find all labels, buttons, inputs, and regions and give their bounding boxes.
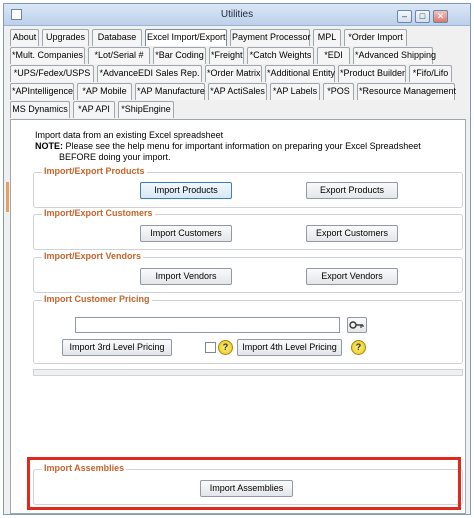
note-label: NOTE: <box>35 141 63 151</box>
close-button[interactable]: ✕ <box>433 10 448 23</box>
tab-ap-actisales[interactable]: *AP ActiSales <box>208 83 267 100</box>
tab-mpl[interactable]: MPL <box>313 29 341 46</box>
customers-group-title: Import/Export Customers <box>42 208 155 218</box>
import-4th-level-pricing-button[interactable]: Import 4th Level Pricing <box>237 339 342 356</box>
tab-advanceedi-sales-rep[interactable]: *AdvanceEDI Sales Rep. <box>97 65 202 82</box>
tab-mult-companies[interactable]: *Mult. Companies <box>10 47 85 64</box>
excel-import-export-panel: Import data from an existing Excel sprea… <box>10 119 466 514</box>
tab-ap-mobile[interactable]: *AP Mobile <box>77 83 132 100</box>
vendors-group: Import/Export Vendors Import Vendors Exp… <box>33 251 463 293</box>
intro-text: Import data from an existing Excel sprea… <box>35 130 435 163</box>
tab-catch-weights[interactable]: *Catch Weights <box>247 47 314 64</box>
tab-about[interactable]: About <box>10 29 39 46</box>
minimize-button[interactable]: – <box>397 10 412 23</box>
tab-ap-api[interactable]: *AP API <box>73 101 115 118</box>
intro-line-3: BEFORE doing your import. <box>59 152 171 162</box>
maximize-button[interactable]: □ <box>415 10 430 23</box>
tab-apintelligence[interactable]: *APIntelligence <box>10 83 74 100</box>
left-edge-marker <box>6 182 9 212</box>
products-group-title: Import/Export Products <box>42 166 147 176</box>
browse-file-button[interactable] <box>347 317 367 333</box>
tab-pos[interactable]: *POS <box>323 83 354 100</box>
note-text: Please see the help menu for important i… <box>63 141 421 151</box>
tab-excel-import-export[interactable]: Excel Import/Export <box>145 29 227 46</box>
intro-line-1: Import data from an existing Excel sprea… <box>35 130 224 140</box>
pricing-option-checkbox[interactable] <box>205 342 216 353</box>
tab-bar-coding[interactable]: *Bar Coding <box>153 47 206 64</box>
import-customers-button[interactable]: Import Customers <box>140 225 232 242</box>
tab-ap-manufacture[interactable]: *AP Manufacture <box>135 83 205 100</box>
tab-order-matrix[interactable]: *Order Matrix <box>205 65 262 82</box>
help-3rd-level-icon[interactable]: ? <box>218 340 233 355</box>
key-icon <box>349 321 364 329</box>
tab-database[interactable]: Database <box>92 29 142 46</box>
tab-lot-serial[interactable]: *Lot/Serial # <box>88 47 150 64</box>
tab-freight[interactable]: *Freight <box>209 47 244 64</box>
tab-resource-management[interactable]: *Resource Management <box>357 83 456 100</box>
import-products-button[interactable]: Import Products <box>140 182 232 199</box>
tab-ups-fedex-usps[interactable]: *UPS/Fedex/USPS <box>10 65 94 82</box>
import-vendors-button[interactable]: Import Vendors <box>140 268 232 285</box>
tab-additional-entity[interactable]: *Additional Entity <box>265 65 335 82</box>
assemblies-highlight-box <box>27 457 461 510</box>
horizontal-scrollbar[interactable] <box>33 369 463 376</box>
export-vendors-button[interactable]: Export Vendors <box>306 268 398 285</box>
tab-order-import[interactable]: *Order Import <box>344 29 407 46</box>
tab-fifo-lifo[interactable]: *Fifo/Lifo <box>409 65 452 82</box>
title-bar[interactable]: Utilities – □ ✕ <box>4 4 470 26</box>
import-3rd-level-pricing-button[interactable]: Import 3rd Level Pricing <box>62 339 172 356</box>
customer-pricing-group-title: Import Customer Pricing <box>42 294 152 304</box>
customers-group: Import/Export Customers Import Customers… <box>33 208 463 250</box>
vendors-group-title: Import/Export Vendors <box>42 251 144 261</box>
tab-product-builder[interactable]: *Product Builder <box>338 65 406 82</box>
products-group: Import/Export Products Import Products E… <box>33 166 463 208</box>
tab-ap-labels[interactable]: *AP Labels <box>270 83 320 100</box>
export-customers-button[interactable]: Export Customers <box>306 225 398 242</box>
customer-pricing-group: Import Customer Pricing Import 3rd Level… <box>33 294 463 364</box>
tab-upgrades[interactable]: Upgrades <box>42 29 89 46</box>
export-products-button[interactable]: Export Products <box>306 182 398 199</box>
tab-shipengine[interactable]: *ShipEngine <box>118 101 174 118</box>
tab-edi[interactable]: *EDI <box>317 47 350 64</box>
tab-advanced-shipping[interactable]: *Advanced Shipping <box>353 47 436 64</box>
help-4th-level-icon[interactable]: ? <box>351 340 366 355</box>
intro-note: NOTE: Please see the help menu for impor… <box>35 141 435 152</box>
pricing-file-path-input[interactable] <box>75 317 340 333</box>
tab-payment-processor[interactable]: Payment Processor <box>230 29 311 46</box>
utilities-window: Utilities – □ ✕ About Upgrades Database … <box>3 3 471 515</box>
tab-ms-dynamics[interactable]: MS Dynamics <box>10 101 70 118</box>
